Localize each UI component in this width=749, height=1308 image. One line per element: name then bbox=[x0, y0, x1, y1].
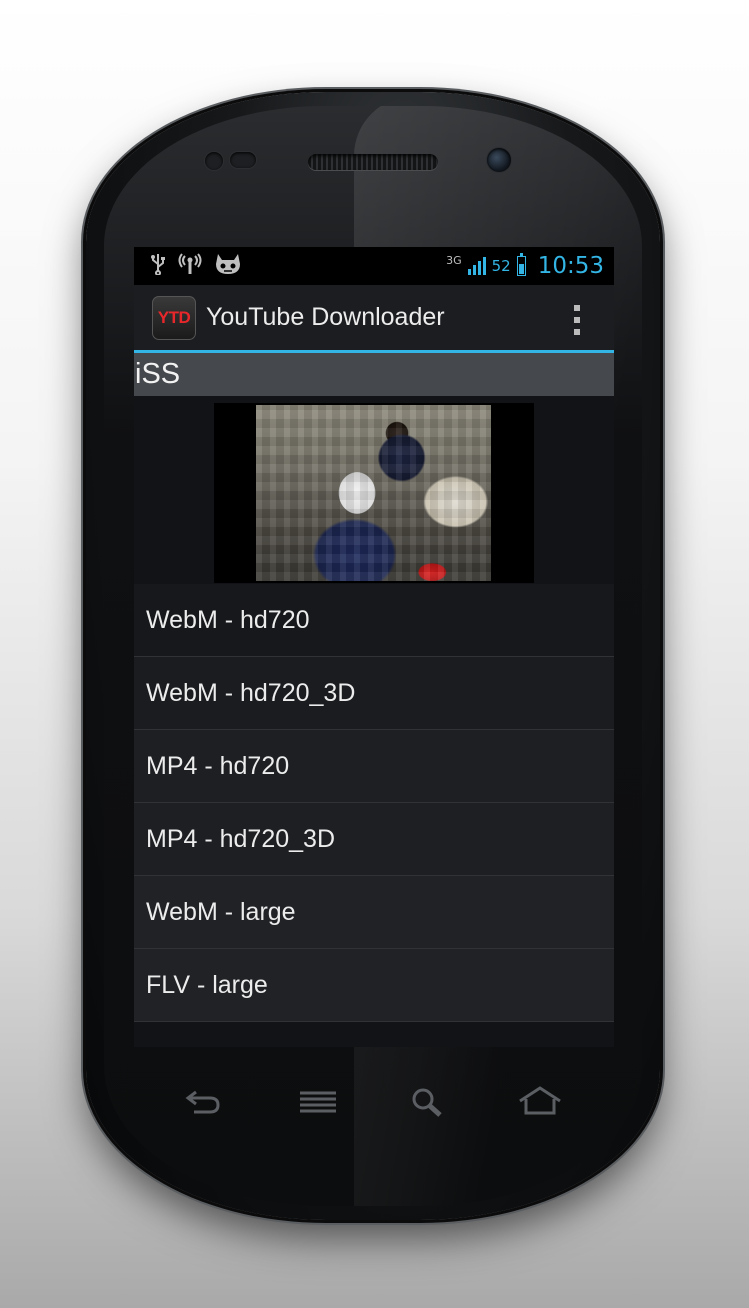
video-title: iSS bbox=[134, 353, 614, 396]
app-logo[interactable]: YTD bbox=[152, 295, 196, 340]
battery-icon bbox=[516, 253, 526, 276]
clock: 10:53 bbox=[537, 253, 604, 279]
screen: 3G 52 10:53 YTD YouTube Downloader iSS W… bbox=[134, 247, 614, 1047]
status-bar: 3G 52 10:53 bbox=[134, 247, 614, 285]
back-icon[interactable] bbox=[184, 1086, 224, 1120]
battery-percent: 52 bbox=[491, 257, 511, 275]
earpiece-speaker bbox=[308, 154, 438, 170]
app-title: YouTube Downloader bbox=[206, 303, 445, 331]
format-item-webm-hd720[interactable]: WebM - hd720 bbox=[134, 584, 614, 657]
front-camera bbox=[487, 148, 511, 172]
video-thumbnail[interactable] bbox=[214, 403, 534, 583]
signal-icon bbox=[467, 257, 486, 275]
overflow-menu-icon[interactable] bbox=[572, 305, 582, 335]
menu-icon[interactable] bbox=[298, 1090, 338, 1118]
network-type: 3G bbox=[446, 253, 462, 267]
format-item-mp4-hd720[interactable]: MP4 - hd720 bbox=[134, 730, 614, 803]
format-list: WebM - hd720 WebM - hd720_3D MP4 - hd720… bbox=[134, 584, 614, 1022]
format-item-webm-hd720-3d[interactable]: WebM - hd720_3D bbox=[134, 657, 614, 730]
format-item-flv-large[interactable]: FLV - large bbox=[134, 949, 614, 1022]
tethering-icon bbox=[178, 252, 202, 280]
usb-icon bbox=[150, 253, 166, 280]
action-bar: YTD YouTube Downloader bbox=[134, 285, 614, 353]
proximity-sensor bbox=[205, 152, 223, 170]
format-item-webm-large[interactable]: WebM - large bbox=[134, 876, 614, 949]
light-sensor bbox=[230, 152, 256, 168]
search-icon[interactable] bbox=[410, 1086, 444, 1122]
format-item-mp4-hd720-3d[interactable]: MP4 - hd720_3D bbox=[134, 803, 614, 876]
cyanogen-icon bbox=[214, 252, 242, 281]
thumbnail-area bbox=[134, 396, 614, 584]
home-icon[interactable] bbox=[517, 1085, 563, 1121]
thumbnail-image bbox=[256, 405, 491, 581]
